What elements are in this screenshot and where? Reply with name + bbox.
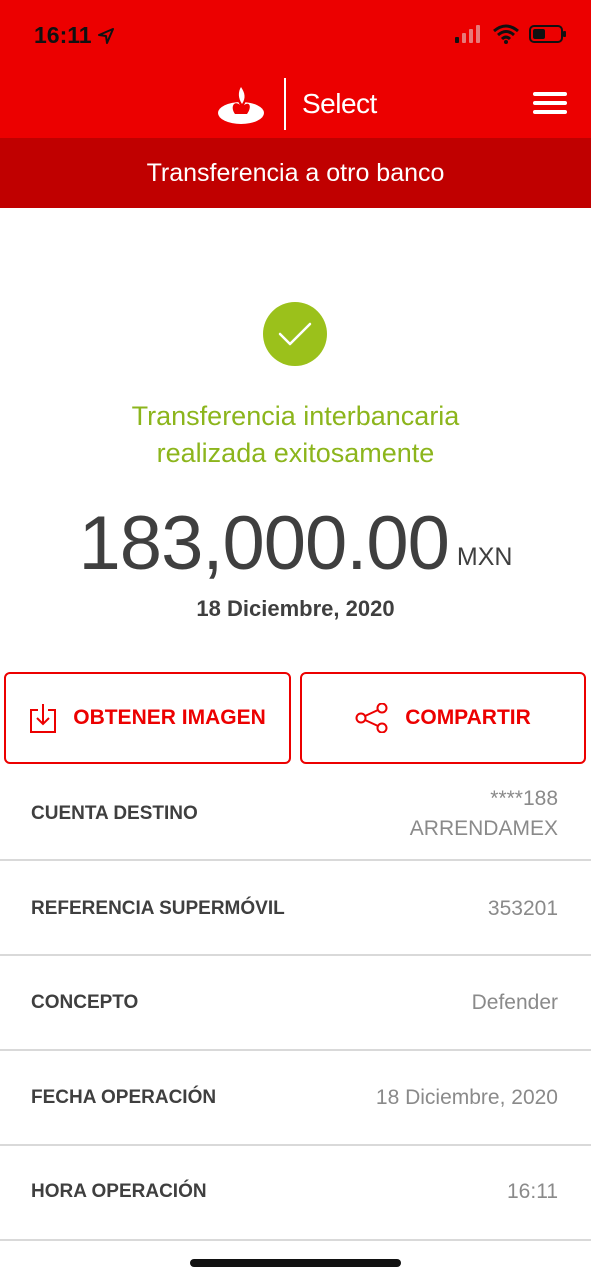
brand-logo: Select (216, 76, 377, 132)
app-header: 16:11 Select (0, 0, 591, 138)
status-bar-time: 16:11 (34, 22, 114, 49)
status-indicators (455, 24, 567, 44)
wifi-icon (493, 24, 519, 44)
share-label: COMPARTIR (405, 706, 531, 729)
detail-value-line: Defender (471, 991, 558, 1014)
download-icon (30, 704, 57, 733)
detail-value-line: 353201 (487, 897, 558, 920)
detail-row-hora-operacion: HORA OPERACIÓN 16:11 (0, 1146, 591, 1241)
detail-label: FECHA OPERACIÓN (31, 1087, 217, 1108)
detail-row-fecha-operacion: FECHA OPERACIÓN 18 Diciembre, 2020 (0, 1051, 591, 1146)
brand-text: Select (302, 88, 377, 119)
detail-value: ****188 ARRENDAMEX (410, 784, 558, 844)
detail-label: REFERENCIA SUPERMÓVIL (31, 898, 285, 919)
detail-value-line: 16:11 (507, 1180, 558, 1203)
signal-icon (455, 25, 480, 43)
transfer-amount: 183,000.00 (78, 501, 450, 586)
success-message-line1: Transferencia interbancaria (131, 401, 460, 431)
brand-divider (284, 78, 286, 130)
battery-icon (529, 25, 566, 43)
page-title: Transferencia a otro banco (0, 138, 591, 208)
amount-display: 183,000.00 MXN (0, 500, 591, 588)
detail-value: 18 Diciembre, 2020 (376, 1083, 558, 1113)
transfer-date: 18 Diciembre, 2020 (196, 596, 395, 621)
detail-row-cuenta-destino: CUENTA DESTINO ****188 ARRENDAMEX (0, 766, 591, 861)
detail-value: 353201 (488, 894, 558, 924)
share-button[interactable]: COMPARTIR (300, 672, 586, 764)
detail-label: CONCEPTO (31, 992, 139, 1013)
home-indicator[interactable] (190, 1259, 401, 1267)
detail-row-referencia: REFERENCIA SUPERMÓVIL 353201 (0, 861, 591, 956)
checkmark-icon (278, 322, 312, 346)
detail-label: CUENTA DESTINO (31, 803, 198, 824)
get-image-button[interactable]: OBTENER IMAGEN (4, 672, 291, 764)
menu-icon[interactable] (533, 92, 567, 116)
detail-label: HORA OPERACIÓN (31, 1181, 207, 1202)
share-icon (355, 703, 388, 733)
detail-value-line: ****188 (490, 787, 558, 810)
detail-value-line: ARRENDAMEX (409, 817, 558, 840)
currency-code: MXN (456, 543, 513, 571)
success-check-badge (263, 302, 327, 366)
santander-flame-icon (218, 83, 264, 124)
location-arrow-icon (97, 27, 114, 44)
success-message-line2: realizada exitosamente (156, 438, 435, 468)
status-time-text: 16:11 (34, 22, 92, 48)
success-message: Transferencia interbancaria realizada ex… (0, 398, 591, 472)
get-image-label: OBTENER IMAGEN (73, 706, 266, 729)
detail-value: Defender (472, 988, 558, 1018)
detail-value-line: 18 Diciembre, 2020 (375, 1086, 558, 1109)
detail-row-concepto: CONCEPTO Defender (0, 956, 591, 1051)
detail-value: 16:11 (507, 1177, 558, 1207)
transfer-confirmation-screen: 16:11 Select Transferencia a otro banco … (0, 0, 591, 1280)
